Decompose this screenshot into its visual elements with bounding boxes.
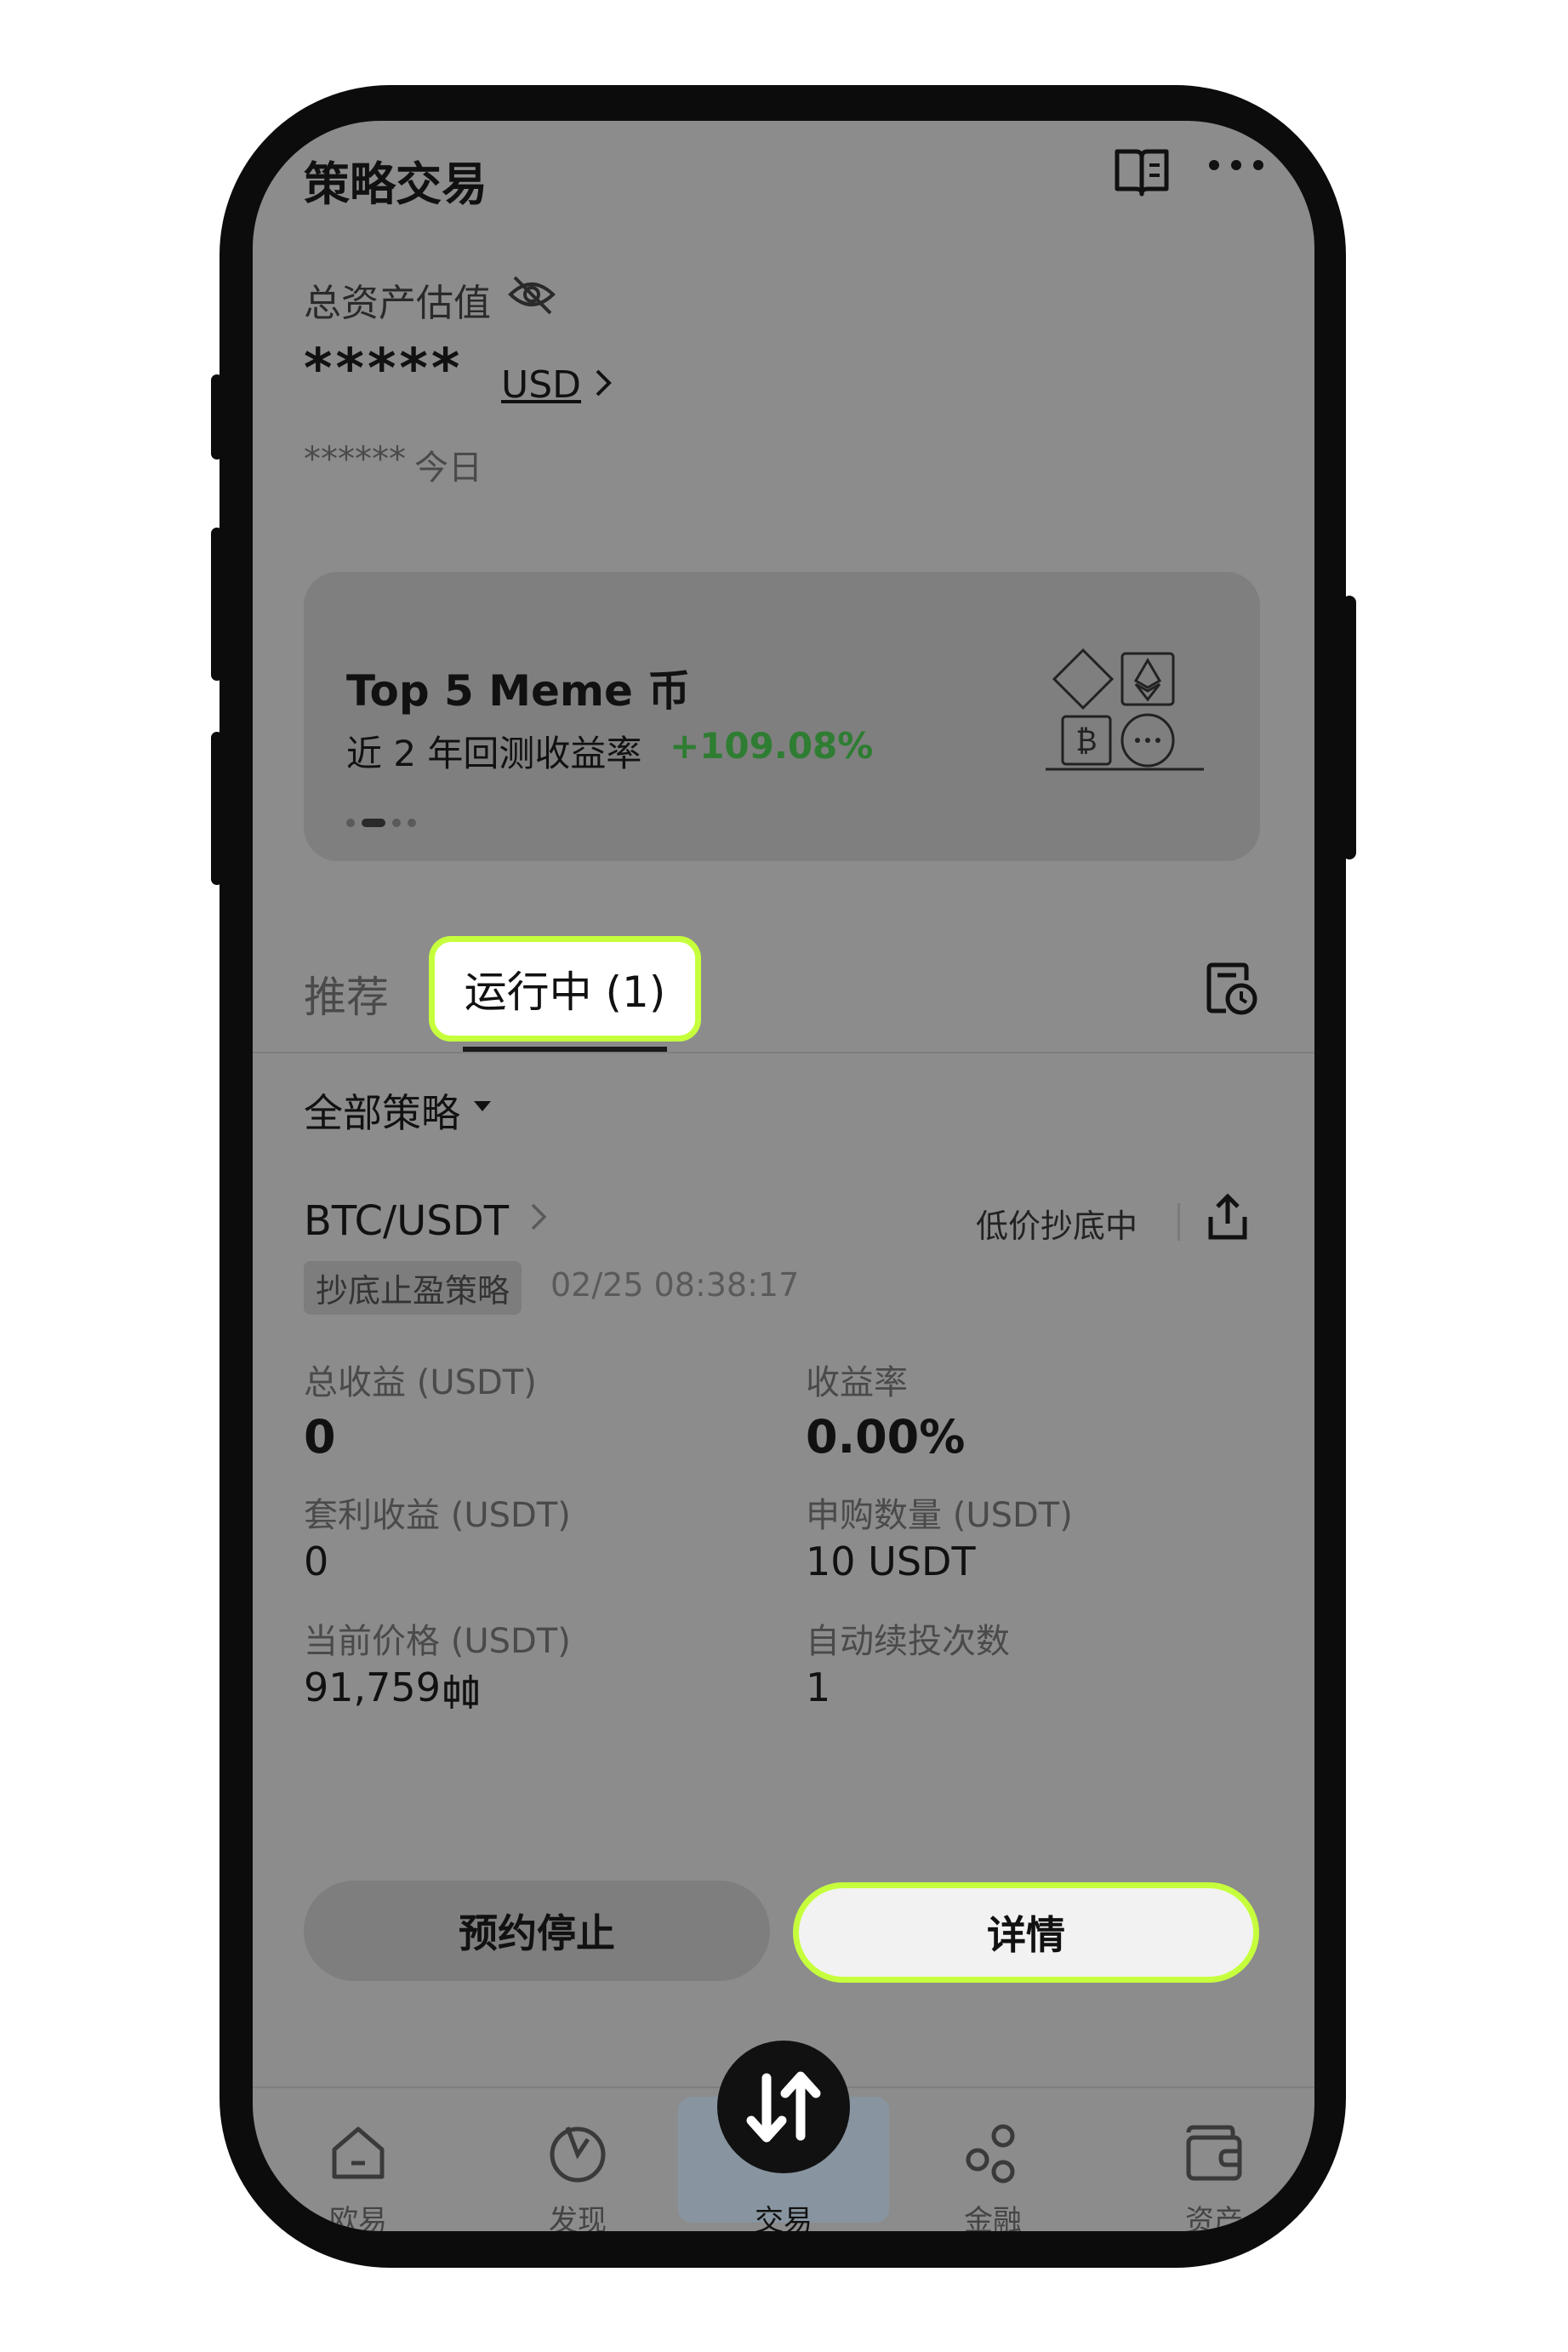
caret-down-icon[interactable] [472, 1099, 493, 1116]
nav-item-okx[interactable]: 欧易 [273, 2104, 443, 2231]
discover-icon [545, 2121, 610, 2189]
strategy-filter-dropdown[interactable]: 全部策略 [304, 1082, 460, 1139]
metric-label: 套利收益 (USDT) [304, 1496, 571, 1535]
nav-item-discover[interactable]: 发现 [493, 2104, 663, 2231]
candlestick-icon[interactable] [442, 1673, 481, 1714]
strategy-type-tag: 抄底止盈策略 [304, 1261, 522, 1315]
banner-return-pct: +109.08% [670, 725, 874, 767]
subscription-amount-value: 10 USDT [806, 1539, 976, 1584]
metric-label: 总收益 (USDT) [304, 1363, 537, 1402]
nav-label: 欧易 [329, 2204, 387, 2231]
strategy-status: 低价抄底中 [976, 1207, 1138, 1245]
schedule-stop-button[interactable]: 预约停止 [304, 1881, 770, 1981]
metric-label: 申购数量 (USDT) [806, 1496, 1073, 1535]
currency-selector[interactable]: USD [501, 363, 581, 407]
total-balance-masked: ***** [304, 338, 464, 401]
today-label: 今日 [414, 448, 482, 488]
tabs-divider [253, 1052, 1314, 1053]
phone-side-button-left-1 [211, 374, 223, 460]
total-profit-value: 0 [304, 1410, 336, 1464]
status-divider [1177, 1203, 1180, 1241]
details-button[interactable]: 详情 [793, 1882, 1259, 1983]
svg-text:₿: ₿ [1075, 724, 1097, 758]
app-screen: 策略交易 总资产估值 ***** USD ****** 今日 Top 5 Mem… [253, 121, 1314, 2231]
finance-icon [961, 2121, 1025, 2189]
strategy-history-icon[interactable] [1204, 960, 1258, 1019]
home-icon [326, 2121, 391, 2189]
crypto-coins-illustration-icon: ₿ [1044, 648, 1206, 779]
promo-banner[interactable]: Top 5 Meme 币 近 2 年回测收益率 +109.08% ₿ [304, 572, 1260, 861]
metric-label: 收益率 [806, 1363, 908, 1402]
auto-reinvest-count-value: 1 [806, 1664, 831, 1710]
nav-item-assets[interactable]: 资产 [1129, 2104, 1299, 2231]
trade-swap-icon [746, 2071, 821, 2143]
phone-side-button-right [1343, 596, 1356, 859]
pager-dot [408, 819, 416, 827]
nav-label: 发现 [549, 2204, 607, 2231]
valuation-label: 总资产估值 [304, 282, 491, 325]
phone-side-button-left-3 [211, 732, 223, 885]
banner-subtitle: 近 2 年回测收益率 [346, 733, 642, 774]
arbitrage-profit-value: 0 [304, 1539, 329, 1584]
hide-balance-eye-off-icon[interactable] [506, 272, 557, 320]
chevron-right-icon[interactable] [529, 1202, 548, 1236]
pager-dot-active [362, 819, 385, 827]
share-icon[interactable] [1204, 1191, 1252, 1246]
metric-label: 自动续投次数 [806, 1622, 1010, 1661]
phone-side-button-left-2 [211, 528, 223, 681]
pager-dot [392, 819, 401, 827]
today-pnl-masked: ****** [304, 440, 406, 479]
tab-recommend[interactable]: 推荐 [304, 963, 389, 1025]
trading-pair[interactable]: BTC/USDT [304, 1197, 509, 1245]
strategy-timestamp: 02/25 08:38:17 [550, 1266, 800, 1304]
book-icon[interactable] [1112, 145, 1172, 203]
nav-label: 交易 [755, 2204, 813, 2231]
metric-label: 当前价格 (USDT) [304, 1622, 571, 1661]
chevron-right-icon[interactable] [593, 368, 613, 402]
nav-label: 金融 [964, 2204, 1022, 2231]
tab-running-label: 运行中 (1) [464, 968, 666, 1017]
current-price-value: 91,759 [304, 1664, 441, 1710]
page-title: 策略交易 [304, 157, 488, 211]
wallet-icon [1182, 2121, 1246, 2189]
more-menu-icon[interactable] [1206, 157, 1267, 177]
pager-dot [346, 819, 355, 827]
yield-rate-value: 0.00% [806, 1410, 966, 1464]
tab-running[interactable]: 运行中 (1) [429, 936, 701, 1042]
banner-title: Top 5 Meme 币 [346, 666, 691, 716]
nav-item-finance[interactable]: 金融 [908, 2104, 1078, 2231]
trade-fab[interactable] [717, 2041, 850, 2173]
nav-label: 资产 [1185, 2204, 1243, 2231]
